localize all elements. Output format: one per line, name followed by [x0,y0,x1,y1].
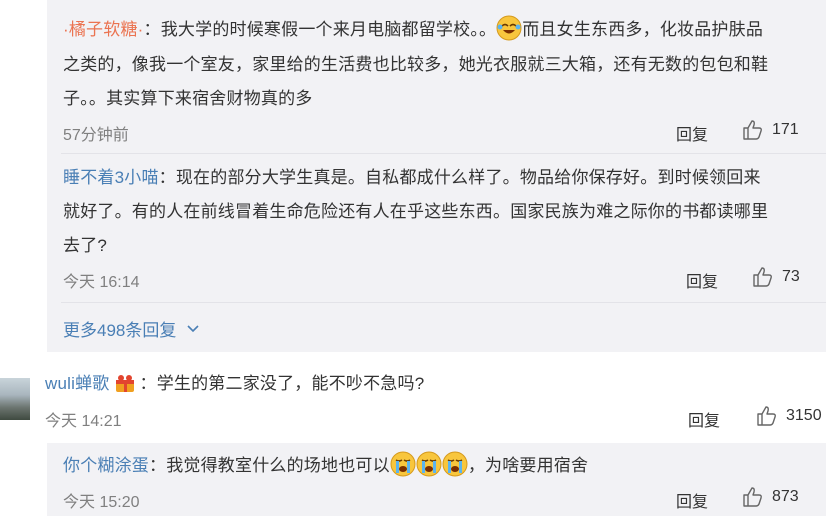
reply-button[interactable]: 回复 [688,407,720,431]
reply-text-line: 你个糊涂蛋：我觉得教室什么的场地也可以 ，为啥要用宿舍 [63,449,588,482]
reply-text-line: 睡不着3小喵：现在的部分大学生真是。自私都成什么样了。物品给你保存好。到时候领回… [63,161,761,194]
chevron-down-icon [187,324,199,332]
thumbs-up-icon [757,406,776,426]
thumbs-up-icon [743,487,762,507]
timestamp: 今天 14:21 [45,413,122,430]
reply-content: ：现在的部分大学生真是。自私都成什么样了。物品给你保存好。到时候领回来 [158,168,761,187]
like-button[interactable]: 3150 [756,405,822,427]
reply-content: 就好了。有的人在前线冒着生命危险还有人在乎这些东西。国家民族为难之际你的书都读哪… [63,202,769,221]
like-button[interactable]: 73 [752,266,800,288]
thumbs-up-icon [743,120,762,140]
gift-badge-icon [115,375,134,392]
reply-content: 之类的，像我一个室友，家里给的生活费也比较多，她光衣服就三大箱，还有无数的包包和… [63,55,769,74]
reply-content: 而且女生东西多，化妆品护肤品 [522,20,764,39]
like-button[interactable]: 171 [742,119,799,141]
reply-username[interactable]: ·橘子软糖· [63,20,144,39]
thumbs-up-icon [753,267,772,287]
reply-content: 子。。其实算下来宿舍财物真的多 [63,89,313,108]
like-count: 873 [772,488,799,505]
more-replies-label: 更多498条回复 [63,321,177,340]
timestamp: 57分钟前 [63,127,129,144]
divider [61,153,826,154]
reply-content: 去了? [63,236,108,255]
divider [61,302,826,303]
crying-emoji-icon [416,451,442,477]
crying-emoji-icon [442,451,468,477]
avatar[interactable] [0,378,30,420]
like-count: 73 [782,268,800,285]
comment-username[interactable]: wuli蝉歌 [45,374,110,393]
reply-content: ：我大学的时候寒假一个来月电脑都留学校。。 [143,20,497,39]
reply-username[interactable]: 你个糊涂蛋 [63,456,149,475]
like-count: 171 [772,121,799,138]
reply-username[interactable]: 睡不着3小喵 [63,168,159,187]
reply-button[interactable]: 回复 [676,488,708,512]
reply-button[interactable]: 回复 [686,268,718,292]
crying-emoji-icon [390,451,416,477]
timestamp: 今天 15:20 [63,494,140,511]
timestamp: 今天 16:14 [63,274,140,291]
like-button[interactable]: 873 [742,486,799,508]
comment-text-line: wuli蝉歌 ：学生的第二家没了，能不吵不急吗? [45,367,424,400]
reply-button[interactable]: 回复 [676,121,708,145]
laugh-cry-emoji-icon [496,15,522,41]
reply-text-line: ·橘子软糖·：我大学的时候寒假一个来月电脑都留学校。。 而且女生东西多，化妆品护肤… [63,13,763,46]
more-replies-link[interactable]: 更多498条回复 [63,316,200,341]
reply-content: ：我觉得教室什么的场地也可以 [149,456,390,475]
comment-content: ：学生的第二家没了，能不吵不急吗? [139,374,425,393]
like-count: 3150 [786,407,822,424]
reply-content: ，为啥要用宿舍 [467,456,589,475]
